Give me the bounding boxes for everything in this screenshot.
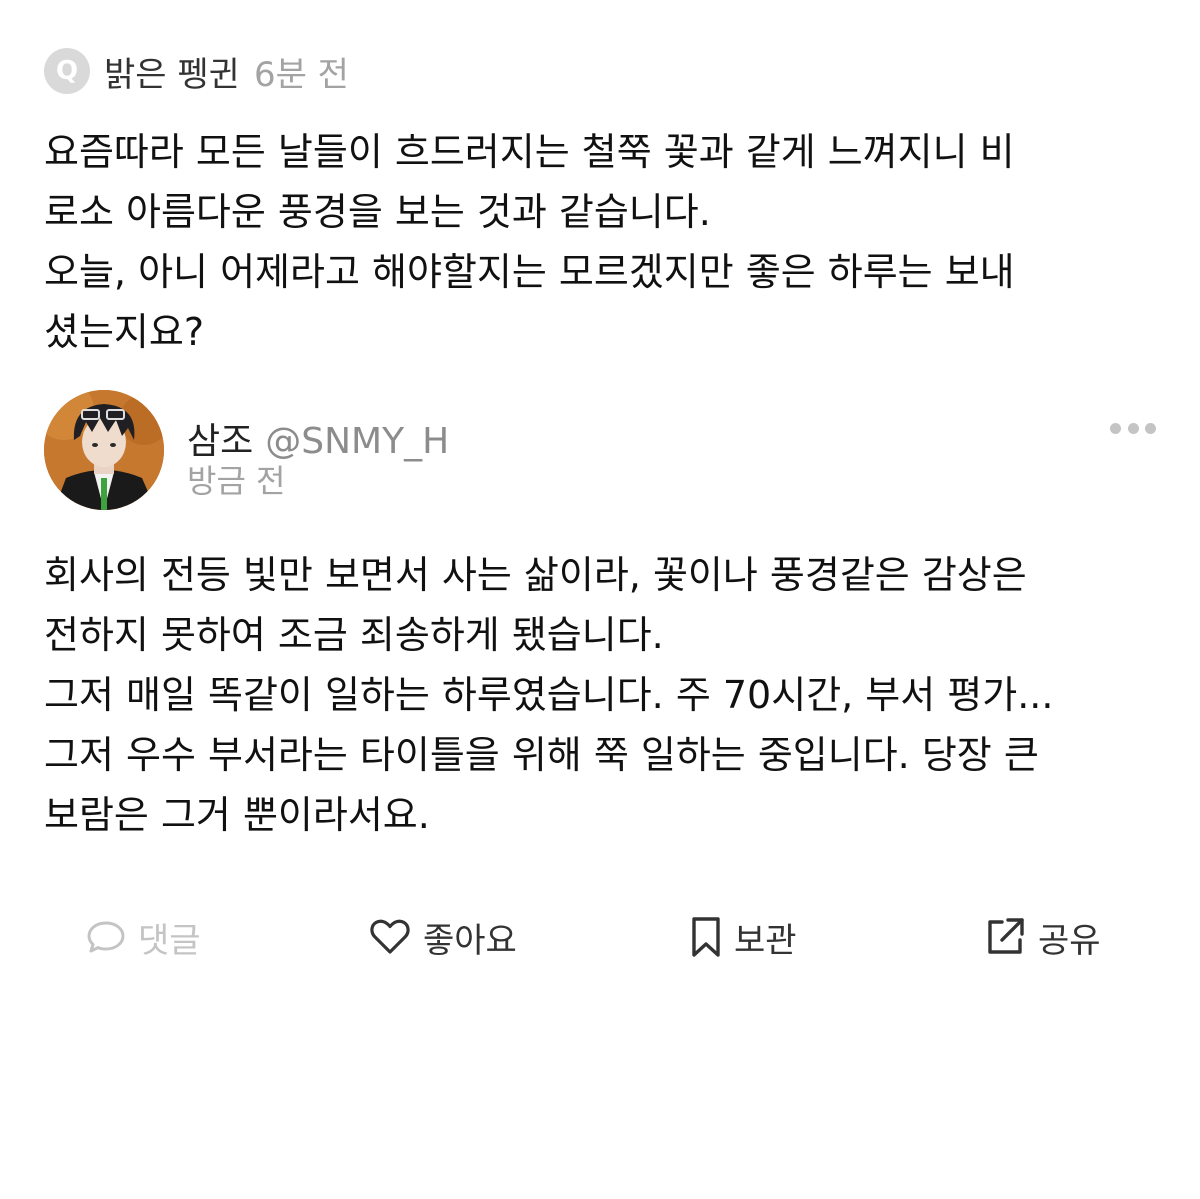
bookmark-icon — [692, 917, 720, 957]
question-timestamp: 6분 전 — [253, 54, 349, 95]
heart-icon — [370, 919, 410, 954]
answer-text: 회사의 전등 빛만 보면서 사는 삶이라, 꽃이나 풍경같은 감상은 전하지 못… — [44, 545, 1159, 845]
like-label: 좋아요 — [423, 920, 517, 961]
answer-header: 삼조 @SNMY_H 방금 전 — [44, 390, 1156, 512]
more-options-button[interactable] — [1110, 416, 1156, 440]
comment-label: 댓글 — [138, 920, 201, 961]
speech-bubble-icon — [87, 921, 125, 953]
share-button[interactable]: 공유 — [984, 906, 1101, 968]
answer-line: 회사의 전등 빛만 보면서 사는 삶이라, 꽃이나 풍경같은 감상은 — [44, 553, 1027, 597]
avatar-illustration — [44, 390, 164, 510]
avatar[interactable] — [44, 390, 164, 510]
answer-line: 보람은 그거 뿐이라서요. — [44, 793, 430, 837]
answer-line: 그저 우수 부서라는 타이틀을 위해 쭉 일하는 중입니다. 당장 큰 — [44, 733, 1039, 777]
question-line: 요즘따라 모든 날들이 흐드러지는 철쭉 꽃과 같게 느껴지니 비 — [44, 130, 1015, 174]
like-button[interactable]: 좋아요 — [369, 906, 517, 968]
save-button[interactable]: 보관 — [690, 906, 797, 968]
answer-timestamp: 방금 전 — [187, 462, 286, 500]
save-label: 보관 — [734, 920, 797, 961]
share-arrow-icon — [988, 918, 1024, 954]
question-line: 로소 아름다운 풍경을 보는 것과 같습니다. — [44, 190, 711, 234]
comment-button[interactable]: 댓글 — [86, 906, 201, 968]
more-dots-icon — [1127, 422, 1139, 434]
question-text: 요즘따라 모든 날들이 흐드러지는 철쭉 꽃과 같게 느껴지니 비 로소 아름다… — [44, 122, 1154, 362]
question-line: 오늘, 아니 어제라고 해야할지는 모르겠지만 좋은 하루는 보내 — [44, 250, 1015, 294]
question-header: Q 밝은 펭귄 6분 전 — [44, 46, 349, 96]
more-dots-icon — [1110, 422, 1121, 434]
asker-name[interactable]: 밝은 펭귄 — [104, 47, 240, 96]
question-line: 셨는지요? — [44, 310, 205, 354]
share-label: 공유 — [1038, 920, 1101, 961]
action-bar: 댓글 좋아요 보관 공유 — [44, 906, 1156, 968]
author-handle[interactable]: @SNMY_H — [265, 421, 449, 462]
more-dots-icon — [1145, 422, 1156, 434]
answer-line: 전하지 못하여 조금 죄송하게 됐습니다. — [44, 613, 664, 657]
q-badge-icon: Q — [44, 48, 90, 94]
answer-line: 그저 매일 똑같이 일하는 하루였습니다. 주 70시간, 부서 평가... — [44, 673, 1054, 717]
